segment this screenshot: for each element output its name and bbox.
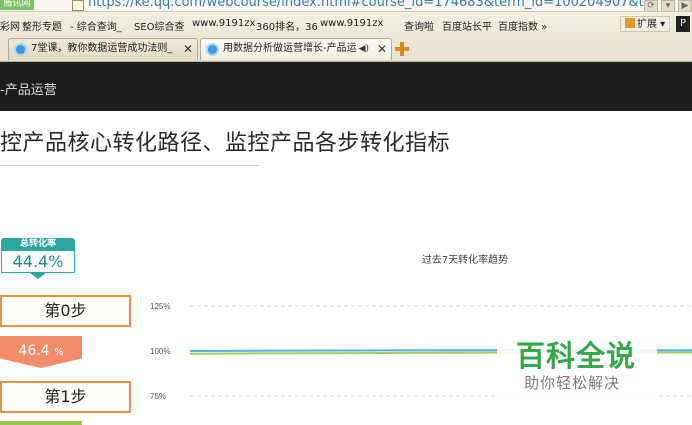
step-rate-value: 46.4	[18, 343, 50, 359]
bookmark-item[interactable]: 彩网	[0, 18, 20, 33]
total-conversion-value: 44.4%	[1, 251, 75, 273]
y-tick-label: 100%	[150, 347, 170, 356]
watermark-title: 百科全说	[516, 339, 637, 373]
course-name: -产品运营	[0, 83, 57, 98]
address-bar[interactable]: 腾讯网 https://ke.qq.com/webcourse/index.ht…	[0, 0, 692, 12]
bookmark-item[interactable]: www.9191zx	[192, 18, 255, 29]
course-header: -产品运营	[0, 62, 692, 111]
tab-favicon-icon	[206, 43, 219, 56]
page-icon	[72, 0, 84, 11]
watermark: 百科全说 助你轻松解决	[497, 330, 657, 400]
address-controls: ⟳ ▾ ▶	[644, 0, 692, 11]
go-icon[interactable]: ▶	[678, 0, 692, 11]
badge-pointer	[30, 273, 46, 279]
step-rate-chevron: 46.4 %	[0, 336, 82, 368]
bookmark-item[interactable]: 整形专题	[22, 18, 62, 33]
tab-favicon-icon	[14, 43, 27, 56]
bookmark-item[interactable]: 查询啦	[404, 18, 434, 33]
url-text[interactable]: https://ke.qq.com/webcourse/index.html#c…	[88, 0, 652, 10]
bookmark-item[interactable]: 百度站长平	[442, 18, 492, 33]
sound-icon[interactable]: ◀)	[359, 39, 369, 59]
extensions-icon	[625, 18, 635, 28]
extensions-label: 扩展	[637, 19, 657, 30]
browser-chrome: 腾讯网 https://ke.qq.com/webcourse/index.ht…	[0, 0, 692, 62]
headline-divider	[0, 165, 260, 166]
step-rate-unit: %	[54, 347, 64, 358]
tab-title: 用数据分析做运营增长-产品运	[223, 43, 357, 54]
close-icon[interactable]: ✕	[183, 39, 193, 59]
y-tick-label: 75%	[150, 392, 166, 401]
site-tag: 腾讯网	[0, 0, 34, 10]
dropdown-icon[interactable]: ▾	[661, 0, 675, 11]
step-0-box: 第0步	[0, 295, 131, 327]
watermark-subtitle: 助你轻松解决	[524, 374, 621, 392]
step-1-box: 第1步	[0, 381, 131, 413]
tab-strip: 7堂课，教你数据运营成功法则_ ✕ 用数据分析做运营增长-产品运 ◀) ✕	[0, 36, 692, 61]
tab-course-1[interactable]: 7堂课，教你数据运营成功法则_ ✕	[8, 38, 198, 60]
refresh-icon[interactable]: ⟳	[644, 0, 658, 11]
tab-course-2[interactable]: 用数据分析做运营增长-产品运 ◀) ✕	[200, 38, 392, 60]
pd-icon[interactable]: P	[676, 16, 690, 32]
bookmark-item[interactable]: - 综合查询_	[70, 18, 122, 33]
total-conversion-badge: 总转化率 44.4%	[0, 236, 76, 279]
tab-title: 7堂课，教你数据运营成功法则_	[31, 43, 173, 54]
extensions-button[interactable]: 扩展 ▾	[620, 16, 671, 32]
chart-title: 过去7天转化率趋势	[421, 255, 509, 266]
bookmarks-bar: 彩网 整形专题 - 综合查询_ SEO综合查 www.9191zx 360排名，…	[0, 14, 692, 34]
bookmark-item[interactable]: 百度指数 »	[498, 18, 547, 33]
total-conversion-label: 总转化率	[1, 238, 75, 251]
y-tick-label: 125%	[150, 302, 170, 311]
bookmark-item[interactable]: SEO综合查	[134, 18, 185, 33]
close-icon[interactable]: ✕	[377, 39, 387, 59]
step-bar	[0, 421, 82, 425]
slide-headline: 控产品核心转化路径、监控产品各步转化指标	[0, 131, 451, 156]
new-tab-icon[interactable]	[395, 42, 409, 56]
bookmark-item[interactable]: 360排名，36	[256, 18, 318, 33]
bookmark-item[interactable]: www.9191zx	[320, 18, 383, 29]
